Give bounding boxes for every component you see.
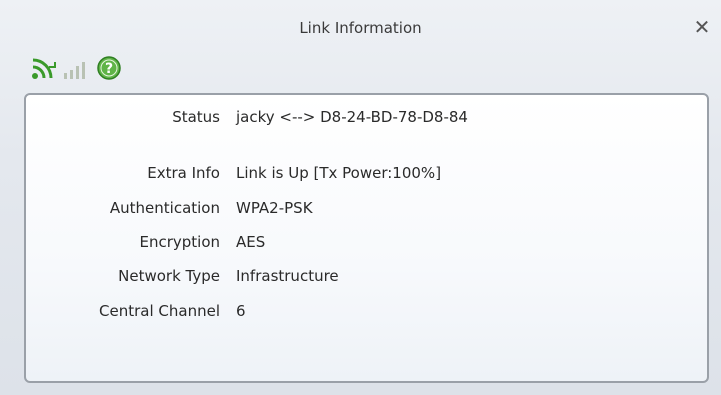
network-type-label: Network Type <box>118 267 220 285</box>
window-title: Link Information <box>299 19 422 37</box>
status-value: jacky <--> D8-24-BD-78-D8-84 <box>236 108 468 126</box>
link-information-window: Link Information ✕ ? Status jacky <--> D… <box>0 0 721 395</box>
svg-text:?: ? <box>105 61 113 77</box>
icon-toolbar: ? <box>31 54 121 80</box>
authentication-value: WPA2-PSK <box>236 199 313 217</box>
help-icon[interactable]: ? <box>97 56 121 80</box>
central-channel-label: Central Channel <box>99 302 220 320</box>
extra-info-label: Extra Info <box>147 164 220 182</box>
status-label: Status <box>172 108 220 126</box>
extra-info-value: Link is Up [Tx Power:100%] <box>236 164 442 182</box>
link-info-panel: Status jacky <--> D8-24-BD-78-D8-84 Extr… <box>24 93 709 383</box>
link-status-icon[interactable] <box>31 58 57 80</box>
network-type-value: Infrastructure <box>236 267 339 285</box>
authentication-label: Authentication <box>109 199 220 217</box>
encryption-value: AES <box>236 233 266 251</box>
central-channel-value: 6 <box>236 302 246 320</box>
encryption-label: Encryption <box>139 233 220 251</box>
close-icon[interactable]: ✕ <box>693 17 711 37</box>
signal-strength-icon <box>64 62 85 79</box>
